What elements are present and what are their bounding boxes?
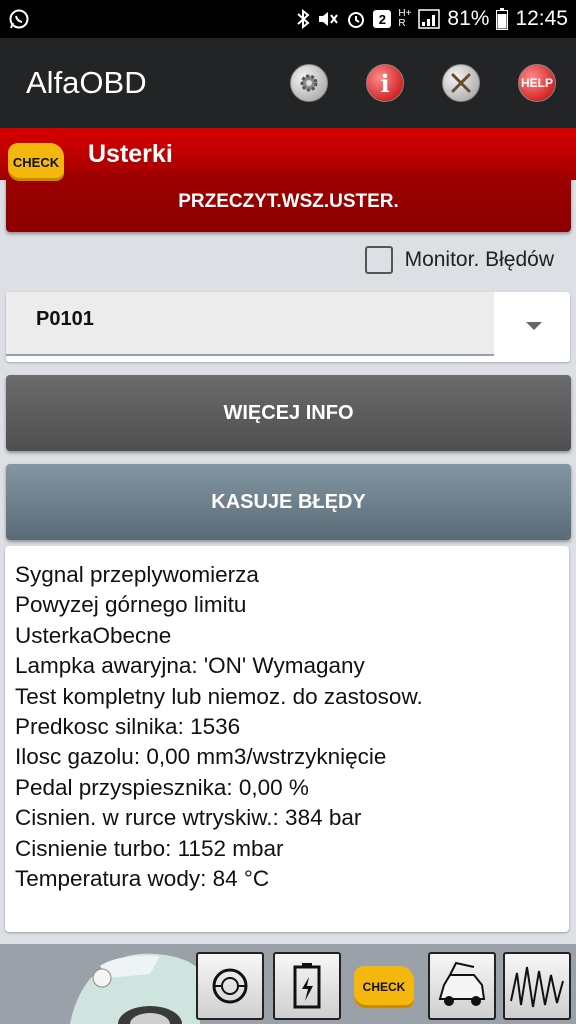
- sim-badge: 2: [373, 10, 392, 28]
- whatsapp-icon: [8, 8, 30, 30]
- battery-icon: [496, 8, 509, 30]
- mute-icon: [317, 9, 339, 29]
- car-hood-button[interactable]: [428, 952, 496, 1020]
- app-title: AlfaOBD: [26, 65, 147, 100]
- status-bar: 2 H+ R 81% 12:45: [0, 0, 576, 38]
- chevron-down-icon[interactable]: [526, 322, 542, 330]
- help-button[interactable]: HELP: [518, 64, 556, 102]
- dtc-code-select[interactable]: P0101: [6, 292, 570, 362]
- battery-voltage-button[interactable]: [273, 952, 341, 1020]
- app-bar: AlfaOBD i HELP: [0, 38, 576, 128]
- fault-detail-line: Cisnienie turbo: 1152 mbar: [15, 835, 284, 861]
- bluetooth-icon: [296, 9, 310, 29]
- clock: 12:45: [515, 7, 568, 30]
- clear-errors-button[interactable]: KASUJE BŁĘDY: [6, 464, 571, 540]
- fault-detail-line: Pedal przyspiesznika: 0,00 %: [15, 774, 309, 800]
- fault-detail-line: Sygnal przeplywomierza: [15, 562, 259, 587]
- app-actions: i HELP: [290, 64, 556, 102]
- read-all-errors-button[interactable]: PRZECZYT.WSZ.USTER.: [6, 172, 571, 232]
- monitor-errors-toggle[interactable]: Monitor. Błędów: [364, 246, 554, 274]
- signal-icon: [418, 9, 441, 29]
- info-icon: i: [380, 68, 390, 98]
- dtc-code-value: P0101: [36, 308, 94, 330]
- fault-detail-line: Ilosc gazolu: 0,00 mm3/wstrzyknięcie: [15, 744, 387, 770]
- gauge-button[interactable]: [196, 952, 264, 1020]
- dtc-code-field[interactable]: P0101: [6, 292, 494, 356]
- fault-details-panel: Sygnal przeplywomierza Powyzej górnego l…: [5, 546, 569, 932]
- gear-icon: [300, 74, 318, 92]
- battery-percent: 81%: [447, 7, 490, 30]
- monitor-errors-label: Monitor. Błędów: [404, 248, 554, 271]
- car-hood-icon: [438, 961, 486, 1006]
- fault-detail-line: Cisnien. w rurce wtryskiw.: 384 bar: [15, 805, 362, 831]
- alarm-icon: [346, 9, 366, 29]
- fault-detail-line: UsterkaObecne: [15, 622, 172, 648]
- fault-detail-line: Lampka awaryjna: 'ON' Wymagany: [15, 653, 365, 679]
- gauge-icon: [212, 968, 248, 1004]
- waveform-button[interactable]: [503, 952, 571, 1020]
- fault-detail-line: Powyzej górnego limitu: [15, 592, 247, 618]
- check-engine-button[interactable]: CHECK: [354, 966, 414, 1008]
- section-title: Usterki: [88, 140, 173, 168]
- settings-gear-button[interactable]: [290, 64, 328, 102]
- tools-icon: [451, 73, 471, 93]
- network-type-bottom: R: [398, 18, 406, 29]
- check-engine-icon: CHECK: [8, 143, 64, 181]
- battery-icon: [293, 963, 321, 1009]
- monitor-errors-checkbox[interactable]: [364, 246, 393, 274]
- fault-detail-line: Test kompletny lub niemoz. do zastosow.: [15, 683, 423, 709]
- tools-button[interactable]: [442, 64, 480, 102]
- network-type: H+ R: [398, 9, 411, 29]
- waveform-icon: [510, 966, 564, 1008]
- bottom-toolbar: CHECK: [0, 944, 576, 1024]
- help-icon: HELP: [520, 76, 553, 90]
- more-info-button[interactable]: WIĘCEJ INFO: [6, 375, 571, 451]
- fault-detail-line: Temperatura wody: 84 °C: [15, 866, 270, 892]
- fault-detail-line: Predkosc silnika: 1536: [15, 714, 241, 740]
- car-image: [70, 953, 200, 1024]
- info-button[interactable]: i: [366, 64, 404, 102]
